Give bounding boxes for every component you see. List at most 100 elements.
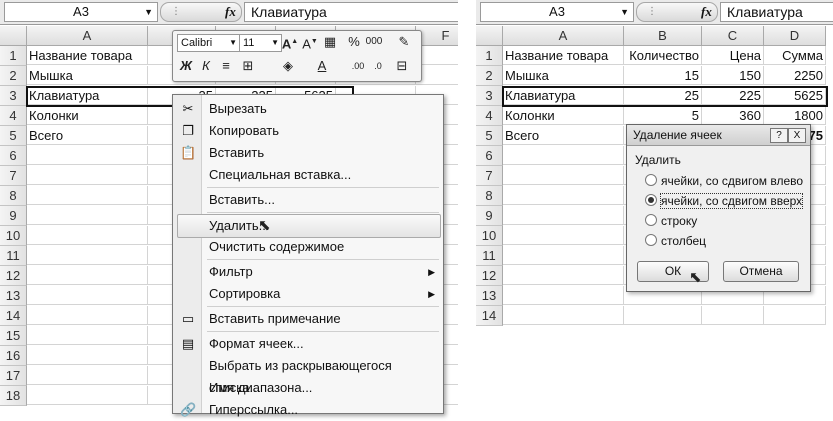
menu-item-4[interactable]: Вставить... (201, 189, 443, 211)
menu-item-11[interactable]: Выбрать из раскрывающегося списка... (201, 355, 443, 395)
radio-option-3[interactable]: столбец (645, 233, 706, 249)
cell-a8[interactable] (503, 186, 624, 205)
cell-a11[interactable] (27, 246, 148, 265)
cell-f2[interactable] (416, 66, 458, 85)
formula-input[interactable]: Клавиатура (244, 2, 458, 22)
font-color-icon[interactable]: A (313, 57, 331, 75)
cell-a16[interactable] (27, 346, 148, 365)
row-header-13[interactable]: 13 (476, 286, 503, 306)
row-header-9[interactable]: 9 (476, 206, 503, 226)
row-header-11[interactable]: 11 (476, 246, 503, 266)
row-header-3[interactable]: 3 (476, 86, 503, 106)
row-header-5[interactable]: 5 (476, 126, 503, 146)
name-box[interactable]: A3 ▼ (480, 2, 634, 22)
merge-center-icon[interactable]: ⊟ (393, 57, 411, 75)
column-header-f[interactable]: F (416, 26, 458, 46)
menu-item-0[interactable]: Вырезать (201, 98, 443, 120)
menu-item-2[interactable]: Вставить (201, 142, 443, 164)
cell-d1[interactable]: Сумма (764, 46, 826, 65)
cell-c14[interactable] (702, 306, 764, 325)
radio-button-icon[interactable] (645, 174, 657, 186)
cell-a2[interactable]: Мышка (503, 66, 624, 85)
row-header-8[interactable]: 8 (476, 186, 503, 206)
row-header-8[interactable]: 8 (0, 186, 27, 206)
column-header-b[interactable]: B (624, 26, 702, 46)
cell-a1[interactable]: Название товара (503, 46, 624, 65)
cell-d14[interactable] (764, 306, 826, 325)
row-header-14[interactable]: 14 (0, 306, 27, 326)
row-header-7[interactable]: 7 (0, 166, 27, 186)
select-all-corner[interactable] (476, 26, 503, 46)
row-header-7[interactable]: 7 (476, 166, 503, 186)
formula-input[interactable]: Клавиатура (720, 2, 833, 22)
cell-a7[interactable] (27, 166, 148, 185)
row-header-15[interactable]: 15 (0, 326, 27, 346)
bold-icon[interactable]: Ж (177, 57, 195, 75)
row-header-18[interactable]: 18 (0, 386, 27, 406)
menu-item-1[interactable]: Копировать (201, 120, 443, 142)
cell-a6[interactable] (503, 146, 624, 165)
name-box[interactable]: A3 ▼ (4, 2, 158, 22)
cell-a1[interactable]: Название товара (27, 46, 148, 65)
menu-item-7[interactable]: Фильтр (201, 261, 443, 283)
menu-item-10[interactable]: Формат ячеек... (201, 333, 443, 355)
grow-font-icon[interactable]: A▲ (281, 33, 299, 53)
chevron-down-icon[interactable]: ▼ (144, 3, 153, 21)
cell-a18[interactable] (27, 386, 148, 405)
radio-button-icon[interactable] (645, 194, 657, 206)
cell-a6[interactable] (27, 146, 148, 165)
cell-d2[interactable]: 2250 (764, 66, 826, 85)
cell-a8[interactable] (27, 186, 148, 205)
row-header-9[interactable]: 9 (0, 206, 27, 226)
cell-a2[interactable]: Мышка (27, 66, 148, 85)
cell-c3[interactable]: 225 (702, 86, 764, 105)
resize-handle-icon[interactable]: ⋮ (171, 3, 181, 21)
radio-button-icon[interactable] (645, 234, 657, 246)
menu-item-8[interactable]: Сортировка (201, 283, 443, 305)
cell-a4[interactable]: Колонки (27, 106, 148, 125)
cell-a7[interactable] (503, 166, 624, 185)
row-header-5[interactable]: 5 (0, 126, 27, 146)
radio-option-1[interactable]: ячейки, со сдвигом вверх (645, 193, 804, 209)
cell-a3[interactable]: Клавиатура (503, 86, 624, 105)
cell-a13[interactable] (503, 286, 624, 305)
row-header-4[interactable]: 4 (0, 106, 27, 126)
row-header-4[interactable]: 4 (476, 106, 503, 126)
cell-b3[interactable]: 25 (624, 86, 702, 105)
row-header-14[interactable]: 14 (476, 306, 503, 326)
cell-d3[interactable]: 5625 (764, 86, 826, 105)
decrease-decimal-icon[interactable]: .0 (369, 57, 387, 75)
cell-a12[interactable] (503, 266, 624, 285)
borders-icon[interactable]: ⊞ (239, 57, 257, 75)
chevron-down-icon[interactable]: ▼ (620, 3, 629, 21)
cell-b14[interactable] (624, 306, 702, 325)
cell-a15[interactable] (27, 326, 148, 345)
column-header-c[interactable]: C (702, 26, 764, 46)
cell-b2[interactable]: 15 (624, 66, 702, 85)
row-header-12[interactable]: 12 (0, 266, 27, 286)
cell-a12[interactable] (27, 266, 148, 285)
percent-icon[interactable]: % (345, 33, 363, 51)
menu-item-5[interactable]: Удалить... (177, 214, 441, 238)
radio-option-2[interactable]: строку (645, 213, 697, 229)
cell-a3[interactable]: Клавиатура (27, 86, 148, 105)
column-header-a[interactable]: A (27, 26, 148, 46)
row-header-3[interactable]: 3 (0, 86, 27, 106)
cell-a5[interactable]: Всего (503, 126, 624, 145)
menu-item-6[interactable]: Очистить содержимое (201, 236, 443, 258)
cell-a17[interactable] (27, 366, 148, 385)
cell-f1[interactable] (416, 46, 458, 65)
row-header-2[interactable]: 2 (476, 66, 503, 86)
row-header-17[interactable]: 17 (0, 366, 27, 386)
row-header-10[interactable]: 10 (476, 226, 503, 246)
row-header-10[interactable]: 10 (0, 226, 27, 246)
row-header-13[interactable]: 13 (0, 286, 27, 306)
row-header-11[interactable]: 11 (0, 246, 27, 266)
cell-a5[interactable]: Всего (27, 126, 148, 145)
menu-item-12[interactable]: Имя диапазона... (201, 377, 443, 399)
row-header-12[interactable]: 12 (476, 266, 503, 286)
font-name-select[interactable]: Calibri ▼ (177, 34, 240, 52)
cell-a13[interactable] (27, 286, 148, 305)
cell-a4[interactable]: Колонки (503, 106, 624, 125)
row-header-16[interactable]: 16 (0, 346, 27, 366)
